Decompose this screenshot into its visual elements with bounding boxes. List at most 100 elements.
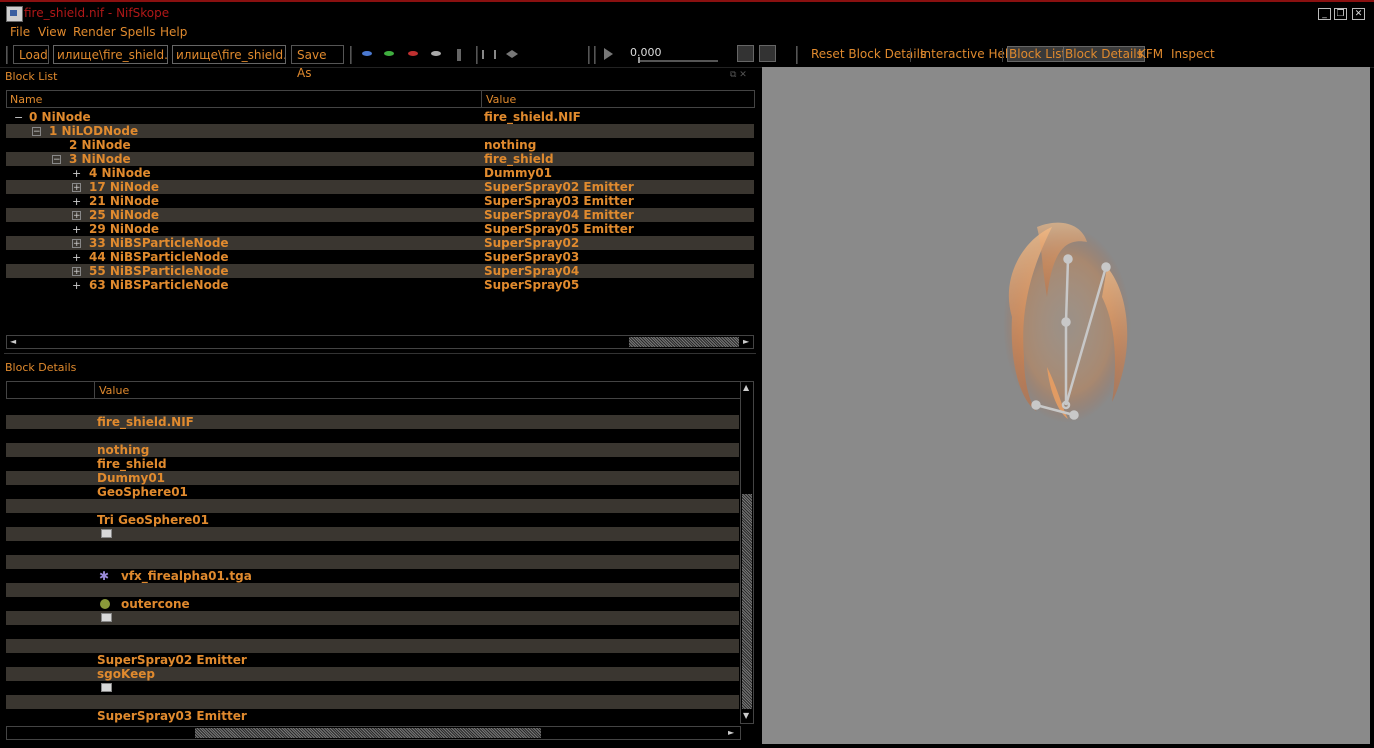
scroll-right-icon[interactable]: ►: [743, 337, 749, 346]
white-eye-icon[interactable]: [431, 51, 441, 56]
tree-row[interactable]: +4 NiNode Dummy01: [6, 166, 754, 180]
expand-icon[interactable]: +: [72, 267, 81, 277]
detail-row[interactable]: [6, 583, 739, 597]
menu-render[interactable]: Render: [73, 25, 116, 39]
detail-row[interactable]: [6, 639, 739, 653]
tree-row[interactable]: +29 NiNode SuperSpray05 Emitter: [6, 222, 754, 236]
time-slider-handle[interactable]: [638, 57, 640, 63]
switch-button[interactable]: [759, 45, 776, 62]
tree-row[interactable]: +55 NiBSParticleNode SuperSpray04: [6, 264, 754, 278]
block-details-vscrollbar[interactable]: ▲ ▼: [740, 381, 754, 724]
tree-row[interactable]: +44 NiBSParticleNode SuperSpray03: [6, 250, 754, 264]
close-button[interactable]: ✕: [1352, 8, 1365, 20]
minimize-button[interactable]: _: [1318, 8, 1331, 20]
load-button[interactable]: Load: [13, 45, 49, 64]
detail-row[interactable]: [6, 527, 739, 541]
expand-icon[interactable]: +: [72, 223, 81, 237]
axes-icon[interactable]: [457, 49, 461, 61]
detail-row[interactable]: [6, 611, 739, 625]
block-list-toggle[interactable]: Block List: [1007, 46, 1069, 62]
dock-float-icon[interactable]: ⧉ ✕: [730, 70, 747, 80]
toolbar-handle[interactable]: [6, 46, 8, 64]
detail-row[interactable]: SuperSpray03 Emitter: [6, 709, 739, 723]
collapse-icon[interactable]: −: [32, 127, 41, 137]
texture-icon[interactable]: ✱: [99, 569, 109, 583]
detail-row[interactable]: ✱ vfx_firealpha01.tga: [6, 569, 739, 583]
reset-block-details-link[interactable]: Reset Block Details: [811, 47, 926, 61]
tree-row[interactable]: −3 NiNode fire_shield: [6, 152, 754, 166]
detail-row[interactable]: SuperSpray02 Emitter: [6, 653, 739, 667]
scroll-right-icon[interactable]: ►: [728, 728, 734, 737]
tree-row[interactable]: +63 NiBSParticleNode SuperSpray05: [6, 278, 754, 292]
detail-row[interactable]: GeoSphere01: [6, 485, 739, 499]
restore-button[interactable]: ❐: [1334, 8, 1347, 20]
detail-row[interactable]: [6, 429, 739, 443]
lighting-icon[interactable]: [506, 50, 518, 58]
detail-row[interactable]: [6, 695, 739, 709]
material-icon[interactable]: [100, 599, 110, 609]
block-icon[interactable]: [101, 529, 112, 538]
tree-row[interactable]: +25 NiNode SuperSpray04 Emitter: [6, 208, 754, 222]
detail-row[interactable]: [6, 555, 739, 569]
loop-button[interactable]: [737, 45, 754, 62]
scroll-down-icon[interactable]: ▼: [743, 711, 749, 720]
expand-icon[interactable]: +: [72, 251, 81, 265]
scroll-thumb[interactable]: [742, 494, 752, 709]
block-icon[interactable]: [101, 613, 112, 622]
block-icon[interactable]: [101, 683, 112, 692]
detail-row[interactable]: Tri GeoSphere01: [6, 513, 739, 527]
menu-help[interactable]: Help: [160, 25, 187, 39]
menu-view[interactable]: View: [38, 25, 66, 39]
column-value[interactable]: Value: [96, 382, 736, 399]
expand-icon[interactable]: +: [72, 211, 81, 221]
detail-row[interactable]: [6, 681, 739, 695]
scroll-up-icon[interactable]: ▲: [743, 383, 749, 392]
save-path-field[interactable]: илище\fire_shield.nif: [172, 45, 286, 64]
block-details-toggle[interactable]: Block Details: [1063, 46, 1145, 62]
detail-row[interactable]: nothing: [6, 443, 739, 457]
tree-row[interactable]: +33 NiBSParticleNode SuperSpray02: [6, 236, 754, 250]
expand-icon[interactable]: +: [72, 183, 81, 193]
collapse-icon[interactable]: −: [52, 155, 61, 165]
menu-spells[interactable]: Spells: [120, 25, 156, 39]
tree-row[interactable]: −0 NiNode fire_shield.NIF: [6, 110, 754, 124]
render-viewport[interactable]: [762, 67, 1370, 744]
detail-row[interactable]: [6, 625, 739, 639]
detail-row[interactable]: outercone: [6, 597, 739, 611]
detail-row[interactable]: sgoKeep: [6, 667, 739, 681]
expand-icon[interactable]: +: [72, 279, 81, 293]
column-name-empty[interactable]: [7, 382, 95, 399]
tree-row[interactable]: +17 NiNode SuperSpray02 Emitter: [6, 180, 754, 194]
save-as-button[interactable]: Save As: [291, 45, 344, 80]
tree-row[interactable]: 2 NiNode nothing: [6, 138, 754, 152]
scroll-thumb[interactable]: [629, 337, 739, 347]
detail-row[interactable]: [6, 541, 739, 555]
detail-row[interactable]: [6, 401, 739, 415]
detail-row[interactable]: [6, 499, 739, 513]
detail-row[interactable]: fire_shield.NIF: [6, 415, 739, 429]
load-path-field[interactable]: илище\fire_shield.nif: [53, 45, 168, 64]
blue-eye-icon[interactable]: [362, 51, 372, 56]
tree-row[interactable]: +21 NiNode SuperSpray03 Emitter: [6, 194, 754, 208]
inspect-toggle[interactable]: Inspect: [1171, 47, 1215, 61]
block-list-hscrollbar[interactable]: ◄ ►: [6, 335, 754, 349]
detail-row[interactable]: Dummy01: [6, 471, 739, 485]
detail-row[interactable]: fire_shield: [6, 457, 739, 471]
tree-row[interactable]: −1 NiLODNode: [6, 124, 754, 138]
column-name[interactable]: Name: [7, 91, 482, 108]
column-value[interactable]: Value: [483, 91, 753, 108]
splitter[interactable]: [4, 353, 756, 354]
block-details-hscrollbar[interactable]: ►: [6, 726, 741, 740]
scroll-thumb[interactable]: [195, 728, 541, 738]
expand-icon[interactable]: +: [72, 239, 81, 249]
menu-file[interactable]: File: [10, 25, 30, 39]
expand-icon[interactable]: +: [72, 195, 81, 209]
time-slider[interactable]: [638, 57, 718, 63]
green-eye-icon[interactable]: [384, 51, 394, 56]
collapse-icon[interactable]: −: [14, 111, 23, 125]
play-icon[interactable]: [604, 48, 613, 60]
scroll-left-icon[interactable]: ◄: [10, 337, 16, 346]
kfm-toggle[interactable]: KFM: [1138, 47, 1163, 61]
red-eye-icon[interactable]: [408, 51, 418, 56]
expand-icon[interactable]: +: [72, 167, 81, 181]
